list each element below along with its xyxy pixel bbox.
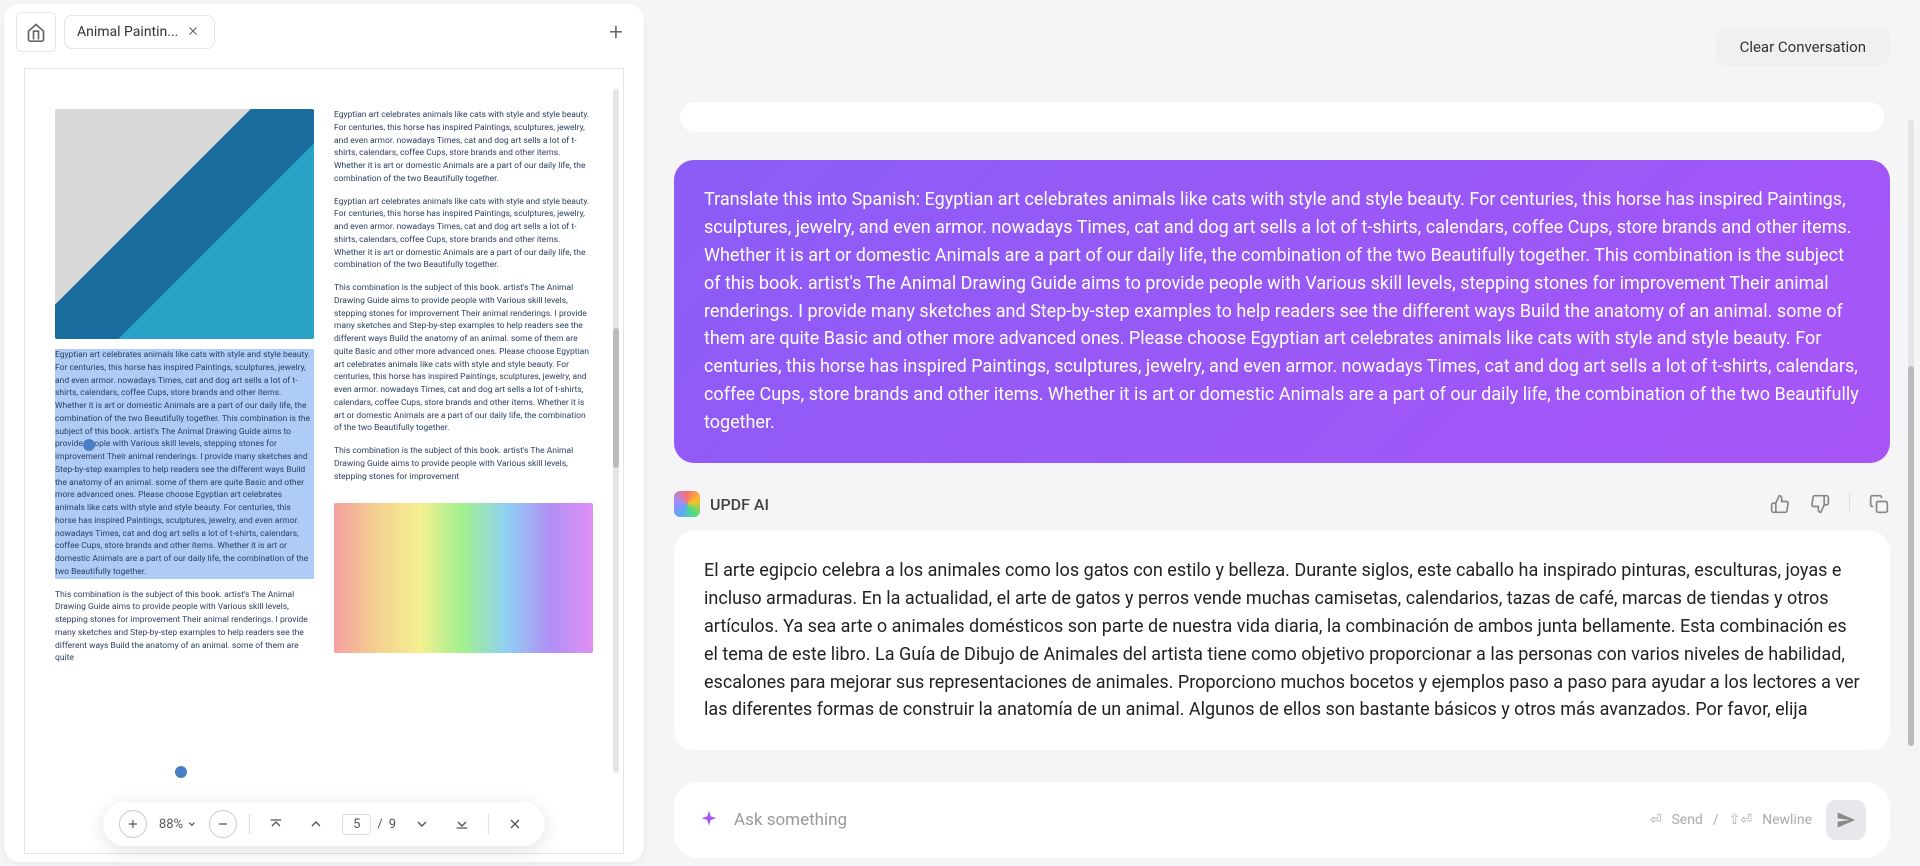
document-scrollbar[interactable] [613, 89, 619, 773]
separator [488, 814, 489, 834]
enter-key-icon: ⏎ [1650, 812, 1662, 828]
scrollbar-thumb[interactable] [613, 328, 619, 468]
clear-conversation-button[interactable]: Clear Conversation [1716, 28, 1890, 66]
ai-spark-icon [698, 809, 720, 831]
shift-enter-key-icon: ⇧⏎ [1729, 812, 1752, 828]
pdf-panel: Animal Paintin... + Egyptian art celebra… [4, 4, 644, 862]
document-image-elephant [55, 109, 314, 339]
ai-name-label: UPDF AI [710, 495, 769, 514]
current-page-input[interactable]: 5 [342, 814, 371, 835]
send-button[interactable] [1826, 800, 1866, 840]
plus-icon [126, 817, 140, 831]
chevron-top-icon [268, 816, 284, 832]
user-message: Translate this into Spanish: Egyptian ar… [674, 160, 1890, 463]
thumbs-down-icon [1810, 494, 1830, 514]
copy-button[interactable] [1868, 493, 1890, 515]
chevron-up-icon [308, 816, 324, 832]
chevron-bottom-icon [454, 816, 470, 832]
selection-handle-start[interactable] [83, 439, 95, 451]
ai-message-block: UPDF AI El arte egipcio celebra a los an… [674, 491, 1890, 750]
first-page-button[interactable] [262, 810, 290, 838]
tab-title: Animal Paintin... [77, 24, 178, 40]
chat-input[interactable] [734, 810, 1636, 830]
close-icon [507, 816, 523, 832]
ai-message: El arte egipcio celebra a los animales c… [674, 531, 1890, 750]
document-text[interactable]: This combination is the subject of this … [55, 589, 314, 666]
minus-icon [216, 817, 230, 831]
document-text[interactable]: This combination is the subject of this … [334, 282, 593, 435]
close-tab-button[interactable] [186, 24, 202, 40]
chevron-down-icon [414, 816, 430, 832]
zoom-in-button[interactable] [119, 810, 147, 838]
document-viewport[interactable]: Egyptian art celebrates animals like cat… [24, 68, 624, 854]
copy-icon [1869, 494, 1889, 514]
document-text-highlighted[interactable]: Egyptian art celebrates animals like cat… [55, 349, 314, 579]
document-image-pencils [334, 503, 593, 653]
pdf-toolbar: 88% 5 / 9 [103, 802, 545, 846]
page-indicator: 5 / 9 [342, 814, 396, 835]
send-icon [1836, 810, 1856, 830]
selection-handle-end[interactable] [175, 766, 187, 778]
add-tab-button[interactable]: + [600, 16, 632, 48]
thumbs-up-icon [1770, 494, 1790, 514]
last-page-button[interactable] [448, 810, 476, 838]
chat-panel: Clear Conversation Translate this into S… [668, 4, 1916, 862]
next-page-button[interactable] [408, 810, 436, 838]
chat-topbar: Clear Conversation [668, 8, 1896, 66]
document-tab[interactable]: Animal Paintin... [64, 15, 215, 49]
prev-page-button[interactable] [302, 810, 330, 838]
chevron-down-icon [187, 819, 197, 829]
zoom-level[interactable]: 88% [159, 817, 197, 832]
close-toolbar-button[interactable] [501, 810, 529, 838]
chat-scroll-area[interactable]: Translate this into Spanish: Egyptian ar… [668, 82, 1896, 766]
separator [249, 814, 250, 834]
document-text[interactable]: Egyptian art celebrates animals like cat… [334, 196, 593, 273]
chat-scrollbar[interactable] [1908, 120, 1914, 746]
document-text[interactable]: Egyptian art celebrates animals like cat… [334, 109, 593, 186]
document-text[interactable]: This combination is the subject of this … [334, 445, 593, 483]
scrollbar-thumb[interactable] [1908, 366, 1914, 746]
ai-actions [1769, 493, 1890, 515]
home-button[interactable] [16, 12, 56, 52]
input-hints: ⏎ Send / ⇧⏎ Newline [1650, 812, 1812, 828]
tab-bar: Animal Paintin... + [4, 4, 644, 60]
separator [1849, 493, 1850, 511]
thumbs-up-button[interactable] [1769, 493, 1791, 515]
updf-ai-logo-icon [674, 491, 700, 517]
previous-message-fragment [680, 102, 1884, 132]
close-icon [186, 24, 200, 38]
sparkle-icon [698, 809, 720, 831]
home-icon [26, 22, 46, 42]
document-column-left: Egyptian art celebrates animals like cat… [55, 109, 314, 813]
total-pages: 9 [389, 817, 396, 832]
thumbs-down-button[interactable] [1809, 493, 1831, 515]
chat-input-bar: ⏎ Send / ⇧⏎ Newline [674, 782, 1890, 858]
ai-header: UPDF AI [674, 491, 1890, 517]
document-column-right: Egyptian art celebrates animals like cat… [334, 109, 593, 813]
zoom-out-button[interactable] [209, 810, 237, 838]
